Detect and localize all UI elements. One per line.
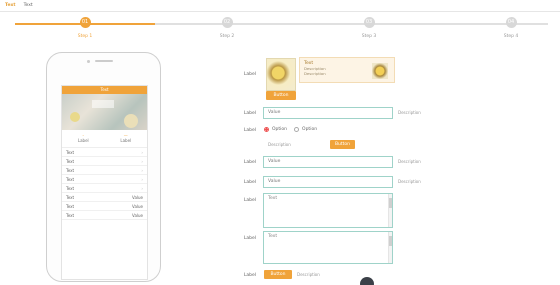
name-input-value: Value (268, 110, 281, 115)
logo-thumbnail (266, 58, 296, 91)
scrollbar-thumb[interactable] (389, 236, 392, 246)
scrollbar-thumb[interactable] (389, 198, 392, 208)
name-label: Label (243, 111, 256, 116)
type-radio-group: Option Option (264, 127, 317, 132)
description-textarea[interactable]: Text (263, 231, 393, 264)
contact-label: Label (243, 160, 256, 165)
name-hint: Description (398, 110, 421, 115)
submit-hint: Description (297, 272, 320, 277)
phone-input[interactable]: Value (263, 176, 393, 188)
submit-button-label: Button (270, 272, 286, 277)
upload-logo-button[interactable]: Button (266, 91, 296, 100)
floating-chat-avatar[interactable] (360, 277, 374, 285)
logo-label: Label (243, 72, 256, 77)
phone-hint: Description (398, 179, 421, 184)
phone-input-value: Value (268, 179, 281, 184)
type-radio-2-label: Option (302, 127, 318, 132)
description-scrollbar[interactable] (388, 232, 392, 263)
contact-input[interactable]: Value (263, 156, 393, 168)
contact-hint: Description (398, 159, 421, 164)
intro-textarea-value: Text (268, 196, 278, 201)
intro-scrollbar[interactable] (388, 194, 392, 227)
phone-label: Label (243, 180, 256, 185)
description-label: Label (243, 236, 256, 241)
intro-textarea[interactable]: Text (263, 193, 393, 228)
type-radio-1[interactable] (264, 127, 269, 132)
page: Text Text 01 Step 1 02 Step 2 03 Step 3 … (0, 0, 560, 285)
submit-button[interactable]: Button (264, 270, 292, 279)
upload-button-label: Button (273, 93, 289, 98)
form-area: Label Button Text Description Descriptio… (0, 0, 560, 285)
select-category-button[interactable]: Button (330, 140, 355, 149)
submit-label: Label (243, 273, 256, 278)
select-button-label: Button (334, 142, 351, 147)
contact-input-value: Value (268, 159, 281, 164)
description-textarea-value: Text (268, 234, 278, 239)
tip-example-image (372, 63, 388, 79)
type-radio-1-label: Option (272, 127, 288, 132)
type-note: Description (268, 142, 291, 147)
type-label: Label (243, 128, 256, 133)
type-radio-2[interactable] (294, 127, 300, 132)
tip-box: Text Description Description (299, 57, 395, 83)
intro-label: Label (243, 198, 256, 203)
name-input[interactable]: Value (263, 107, 393, 119)
